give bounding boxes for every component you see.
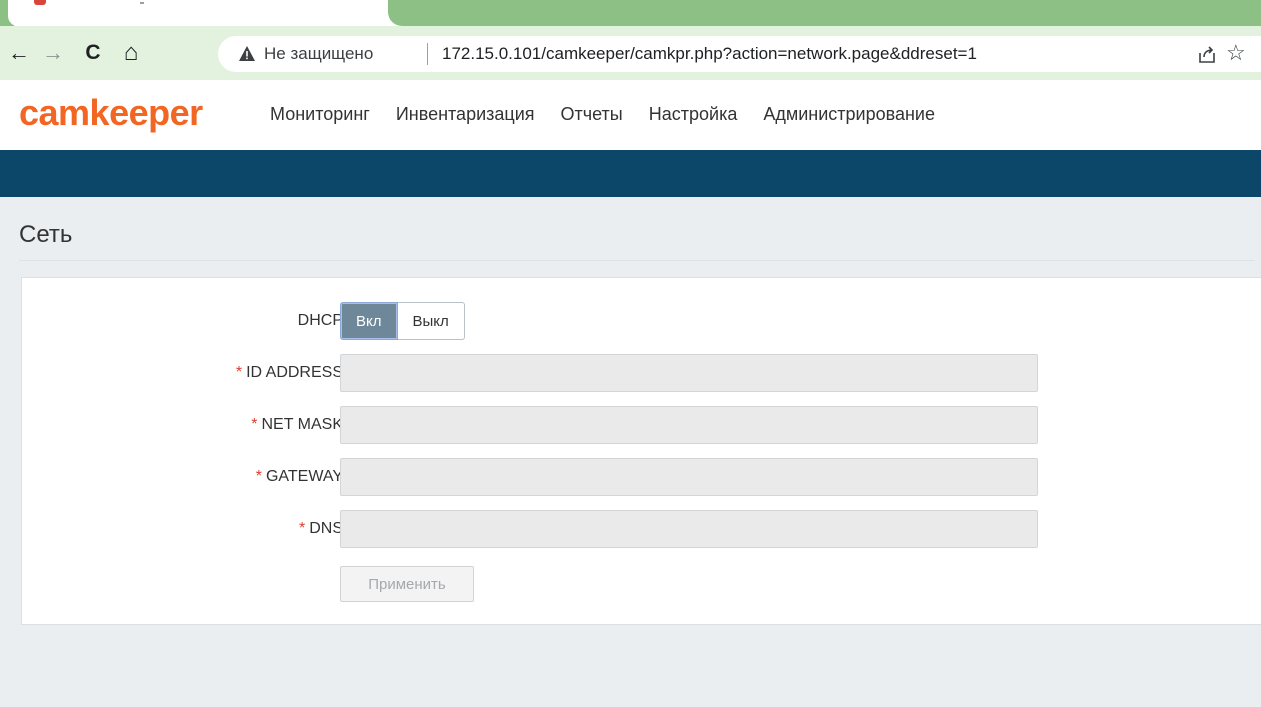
ip-address-label: * ID ADDRESS [236,364,343,382]
camkeeper-logo[interactable]: camkeeper [19,92,203,134]
ip-address-input[interactable] [340,354,1038,392]
apply-button[interactable]: Применить [340,566,474,602]
address-separator [427,43,428,65]
main-menu: Мониторинг Инвентаризация Отчеты Настрой… [270,104,961,125]
app-header: camkeeper Мониторинг Инвентаризация Отче… [0,80,1261,150]
nav-bar [0,150,1261,197]
menu-item-monitoring[interactable]: Мониторинг [270,104,370,125]
home-icon[interactable]: ⌂ [116,38,146,68]
menu-item-settings[interactable]: Настройка [649,104,738,125]
url-text[interactable]: 172.15.0.101/camkeeper/camkpr.php?action… [442,44,977,64]
required-mark: * [255,468,262,485]
dns-input[interactable] [340,510,1038,548]
tab-strip-background [388,0,1261,26]
net-mask-label: * NET MASK [251,416,343,434]
star-icon[interactable]: ☆ [1226,40,1246,66]
gateway-label: * GATEWAY [256,468,343,486]
dhcp-toggle: Вкл Выкл [340,302,465,340]
required-mark: * [235,364,243,381]
ip-address-label-text: ID ADDRESS [246,364,343,381]
dns-label-text: DNS [309,520,343,537]
browser-tab-strip [0,0,1261,26]
page-title: Сеть [19,221,73,248]
tab-favicon [34,0,46,5]
browser-toolbar: ← → C ⌂ Не защищено 172.15.0.101/camkeep… [0,26,1261,80]
dns-label: * DNS [299,520,343,538]
network-form-panel: DHCP Вкл Выкл * ID ADDRESS * NET MASK * GAT… [21,277,1261,625]
menu-item-inventory[interactable]: Инвентаризация [396,104,535,125]
gateway-label-text: GATEWAY [265,468,343,485]
forward-arrow-icon[interactable]: → [38,38,68,68]
reload-icon[interactable]: C [78,38,108,68]
menu-item-reports[interactable]: Отчеты [561,104,623,125]
share-icon[interactable] [1196,44,1218,66]
menu-item-administration[interactable]: Администрирование [763,104,935,125]
insecure-label[interactable]: Не защищено [264,44,373,64]
net-mask-label-text: NET MASK [261,416,344,433]
required-mark: * [251,416,258,433]
back-arrow-icon[interactable]: ← [4,38,34,68]
tab-title-fragment [140,2,144,4]
net-mask-input[interactable] [340,406,1038,444]
title-divider [19,260,1255,261]
warning-icon[interactable] [238,44,256,64]
page-content: Сеть DHCP Вкл Выкл * ID ADDRESS * NET MASK… [0,197,1261,707]
dhcp-label: DHCP [297,312,343,329]
gateway-input[interactable] [340,458,1038,496]
browser-tab-active[interactable] [8,0,388,26]
address-bar[interactable]: Не защищено 172.15.0.101/camkeeper/camkp… [218,36,1261,72]
required-mark: * [298,520,306,537]
dhcp-on-button[interactable]: Вкл [340,302,398,340]
dhcp-off-button[interactable]: Выкл [397,302,465,340]
